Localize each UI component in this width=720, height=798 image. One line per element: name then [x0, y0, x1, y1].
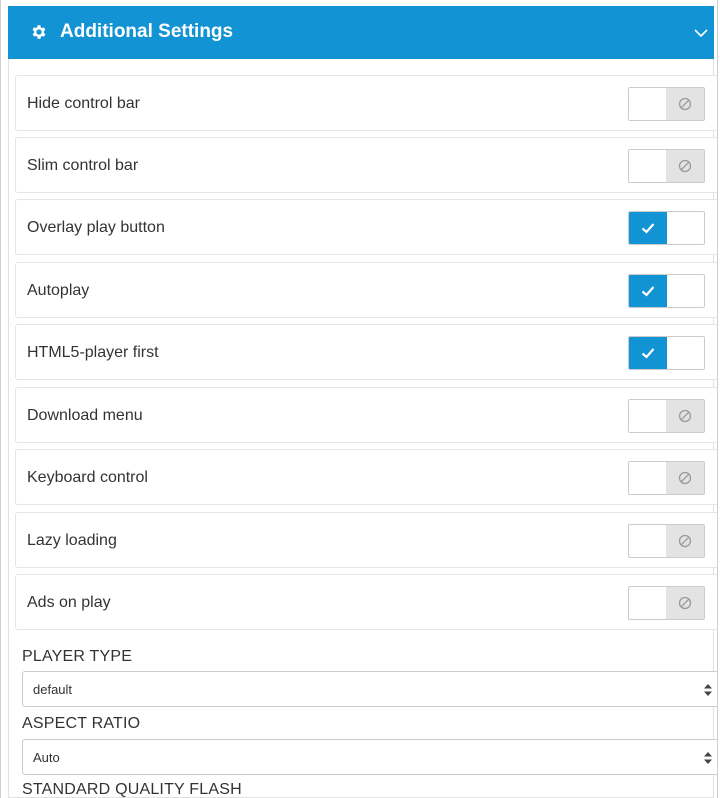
disabled-icon [666, 88, 704, 120]
setting-row-hide-control-bar: Hide control bar [15, 75, 717, 131]
hide-control-bar-toggle[interactable] [628, 87, 705, 121]
lazy-loading-toggle[interactable] [628, 524, 705, 558]
disabled-icon [666, 587, 704, 619]
setting-row-keyboard-control: Keyboard control [15, 449, 717, 505]
setting-row-autoplay: Autoplay [15, 262, 717, 318]
setting-label: Autoplay [27, 282, 90, 299]
standard-quality-flash-label: STANDARD QUALITY FLASH [22, 781, 242, 798]
chevron-down-icon[interactable] [694, 28, 708, 38]
slim-control-bar-toggle[interactable] [628, 149, 705, 183]
header-title: Additional Settings [60, 21, 234, 42]
setting-label: Keyboard control [27, 469, 148, 486]
check-icon [629, 212, 667, 244]
download-menu-toggle[interactable] [628, 399, 705, 433]
aspect-ratio-value: Auto [33, 750, 60, 765]
disabled-icon [666, 462, 704, 494]
disabled-icon [666, 525, 704, 557]
overlay-play-button-toggle[interactable] [628, 211, 705, 245]
aspect-ratio-label: ASPECT RATIO [22, 715, 141, 732]
ads-on-play-toggle[interactable] [628, 586, 705, 620]
setting-label: HTML5-player first [27, 344, 159, 361]
settings-frame: Additional Settings Hide control bar Sli… [0, 0, 718, 798]
setting-label: Download menu [27, 407, 143, 424]
setting-label: Overlay play button [27, 219, 165, 236]
select-arrows-icon [704, 684, 712, 696]
check-icon [629, 337, 667, 369]
player-type-value: default [33, 682, 73, 697]
setting-row-overlay-play-button: Overlay play button [15, 199, 717, 255]
autoplay-toggle[interactable] [628, 274, 705, 308]
setting-label: Lazy loading [27, 532, 117, 549]
setting-label: Hide control bar [27, 95, 140, 112]
player-type-label: PLAYER TYPE [22, 648, 133, 665]
setting-label: Ads on play [27, 594, 111, 611]
setting-label: Slim control bar [27, 157, 139, 174]
setting-row-lazy-loading: Lazy loading [15, 512, 717, 568]
keyboard-control-toggle[interactable] [628, 461, 705, 495]
setting-row-slim-control-bar: Slim control bar [15, 137, 717, 193]
disabled-icon [666, 400, 704, 432]
check-icon [629, 275, 667, 307]
disabled-icon [666, 150, 704, 182]
select-arrows-icon [704, 752, 712, 764]
aspect-ratio-select[interactable]: Auto [22, 739, 717, 775]
player-type-select[interactable]: default [22, 671, 717, 707]
gear-icon [32, 25, 46, 39]
setting-row-ads-on-play: Ads on play [15, 574, 717, 630]
setting-row-html5-player-first: HTML5-player first [15, 324, 717, 380]
setting-row-download-menu: Download menu [15, 387, 717, 443]
additional-settings-header[interactable]: Additional Settings [8, 6, 714, 59]
html5-player-first-toggle[interactable] [628, 336, 705, 370]
